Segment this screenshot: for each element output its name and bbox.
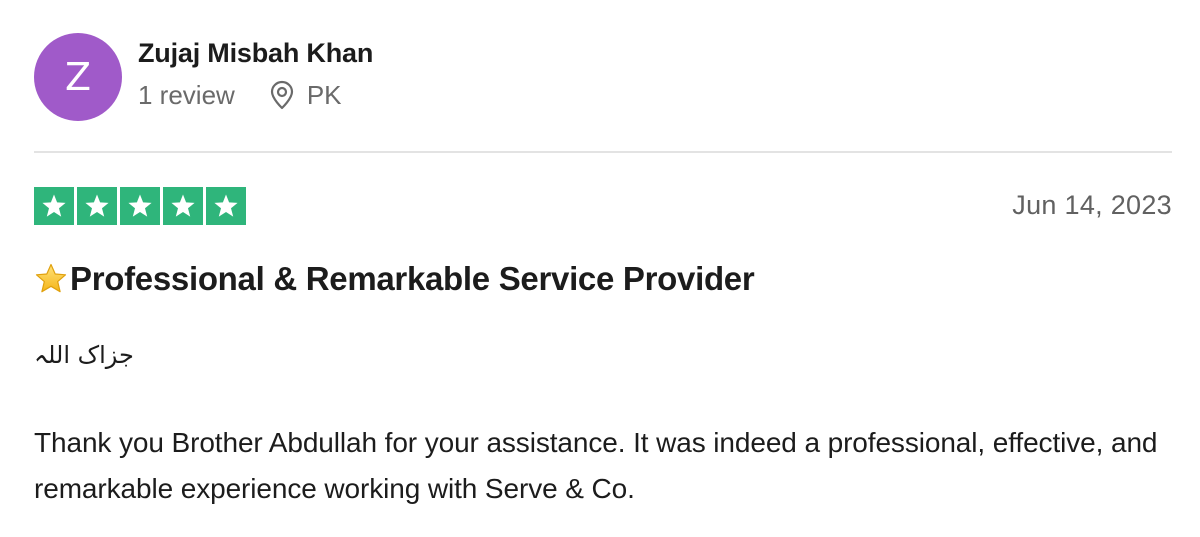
reviewer-location: PK xyxy=(269,80,342,110)
review-title-text[interactable]: Professional & Remarkable Service Provid… xyxy=(70,258,755,300)
review-body: Thank you Brother Abdullah for your assi… xyxy=(34,427,1158,504)
location-pin-icon xyxy=(269,80,295,110)
reviewer-meta: 1 review PK xyxy=(138,80,373,110)
review-title[interactable]: Professional & Remarkable Service Provid… xyxy=(34,258,755,300)
star-rating xyxy=(34,187,246,225)
star-emoji-icon xyxy=(34,262,68,296)
review-arabic-line: جزاک اللہ xyxy=(34,341,134,369)
avatar[interactable]: Z xyxy=(34,33,122,121)
reviewer-info: Zujaj Misbah Khan 1 review PK xyxy=(138,33,373,110)
reviewer-name[interactable]: Zujaj Misbah Khan xyxy=(138,37,373,69)
reviewer-header: Z Zujaj Misbah Khan 1 review PK xyxy=(34,33,373,121)
review-count: 1 review xyxy=(138,80,235,110)
reviewer-country: PK xyxy=(306,80,342,110)
review-card: Z Zujaj Misbah Khan 1 review PK Jun 14, … xyxy=(34,0,1172,537)
rating-star-icon xyxy=(163,187,203,225)
rating-star-icon xyxy=(206,187,246,225)
review-date: Jun 14, 2023 xyxy=(1012,190,1172,220)
rating-star-icon xyxy=(34,187,74,225)
rating-star-icon xyxy=(120,187,160,225)
rating-star-icon xyxy=(77,187,117,225)
divider xyxy=(34,151,1172,153)
